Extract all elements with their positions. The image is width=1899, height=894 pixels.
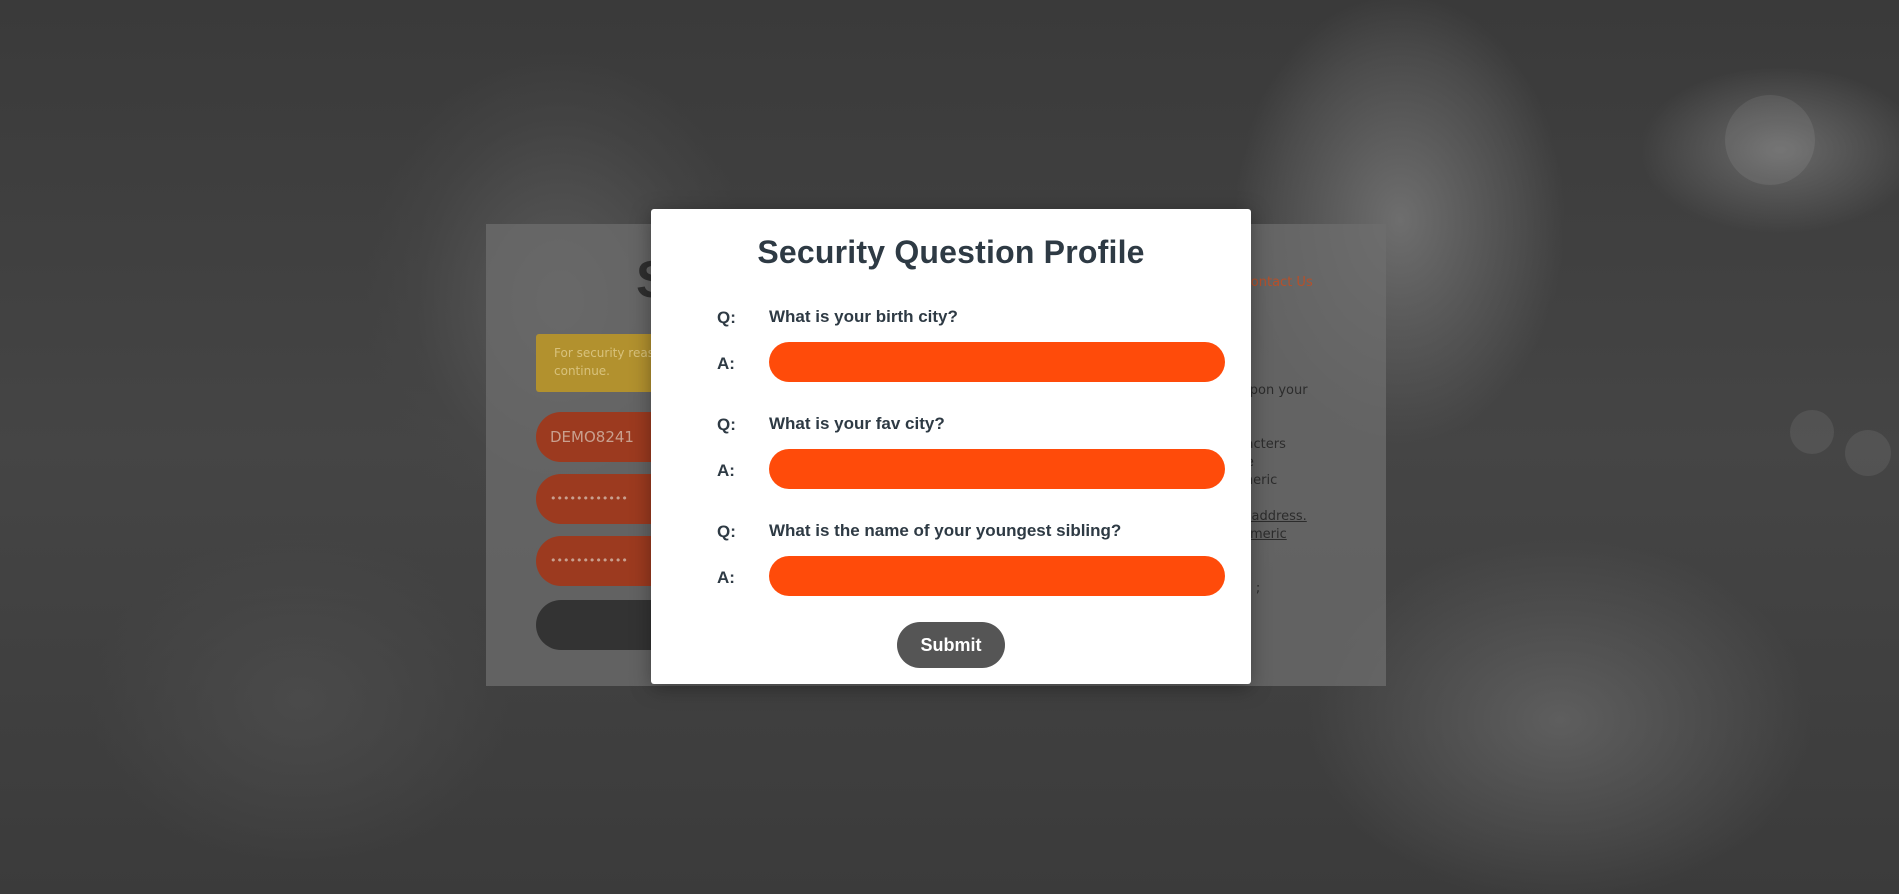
answer-2-input[interactable] — [769, 449, 1225, 489]
a-label: A: — [717, 568, 735, 587]
a-label: A: — [717, 354, 735, 373]
answer-1-input[interactable] — [769, 342, 1225, 382]
q-label: Q: — [717, 522, 736, 541]
question-2-text: What is your fav city? — [769, 414, 945, 433]
q-label: Q: — [717, 415, 736, 434]
answer-3-input[interactable] — [769, 556, 1225, 596]
question-1-text: What is your birth city? — [769, 307, 958, 326]
submit-button[interactable]: Submit — [897, 622, 1005, 668]
question-3-text: What is the name of your youngest siblin… — [769, 521, 1122, 540]
a-label: A: — [717, 461, 735, 480]
modal-title: Security Question Profile — [757, 234, 1145, 270]
q-label: Q: — [717, 308, 736, 327]
security-question-modal: Security Question Profile Q: What is you… — [651, 209, 1251, 684]
